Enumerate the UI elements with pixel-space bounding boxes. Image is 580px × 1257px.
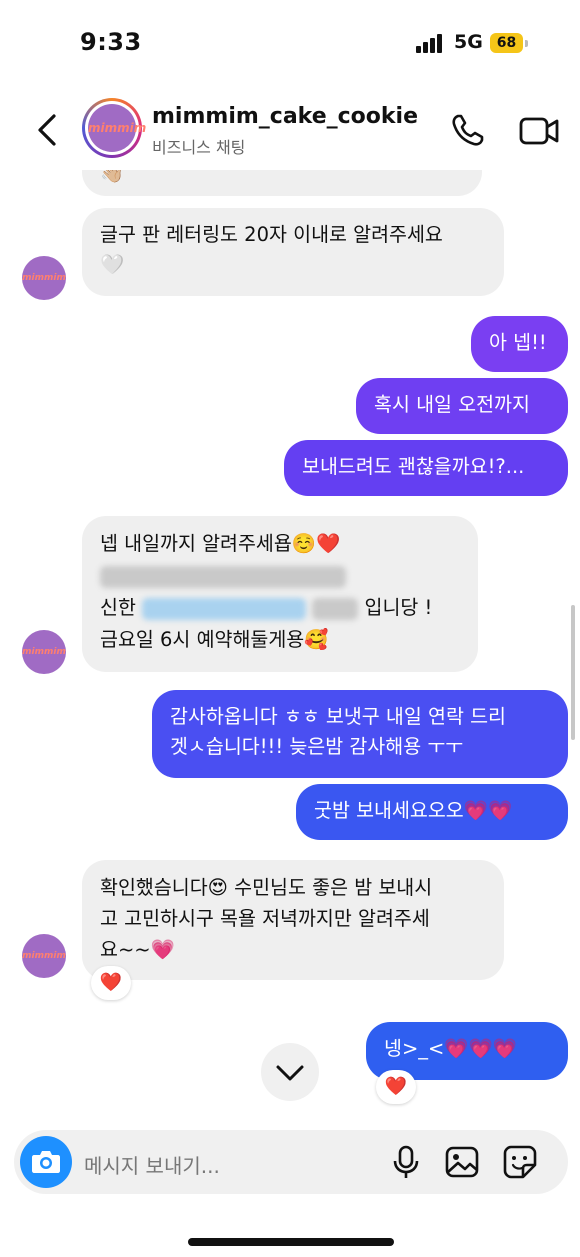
message-bubble-outgoing[interactable]: 굿밤 보내세요오오💗💗 xyxy=(296,784,568,840)
chat-header: mimmim mimmim_cake_cookie 비즈니스 채팅 xyxy=(0,90,580,170)
message-composer: 메시지 보내기... xyxy=(14,1130,568,1194)
home-indicator xyxy=(188,1238,394,1246)
battery-level: 68 xyxy=(490,33,523,53)
sticker-icon[interactable] xyxy=(502,1144,538,1180)
phone-icon[interactable] xyxy=(448,110,488,150)
heart-reaction[interactable]: ❤️ xyxy=(91,966,131,1000)
message-text: 🤍 xyxy=(100,253,125,276)
message-bubble-incoming[interactable]: 확인했슴니다😍 수민님도 좋은 밤 보내시 고 고민하시구 목욜 저녁까지만 알… xyxy=(82,860,504,980)
message-text: 요~~💗 xyxy=(100,938,175,961)
scrollbar[interactable] xyxy=(571,605,575,740)
camera-icon xyxy=(32,1151,60,1173)
chat-subtitle: 비즈니스 채팅 xyxy=(152,138,246,157)
message-text: 겟ㅅ습니다!!! 늦은밤 감사해용 ㅜㅜ xyxy=(170,735,464,758)
message-text: 금요일 6시 예약해둘게용🥰 xyxy=(100,628,329,651)
message-text: 넹>_<💗💗💗 xyxy=(384,1037,518,1060)
message-bubble-outgoing[interactable]: 아 넵!! xyxy=(471,316,568,372)
message-text: 아 넵!! xyxy=(489,331,547,354)
camera-button[interactable] xyxy=(20,1136,72,1188)
profile-avatar[interactable]: mimmim xyxy=(82,98,146,158)
message-text: 신한 xyxy=(100,596,136,619)
heart-reaction[interactable]: ❤️ xyxy=(376,1070,416,1104)
message-text: 입니당 ! xyxy=(364,596,433,619)
microphone-icon[interactable] xyxy=(388,1144,424,1180)
sender-avatar[interactable]: mimmim xyxy=(22,934,66,978)
message-bubble-outgoing[interactable]: 보내드려도 괜찮을까요!?... xyxy=(284,440,568,496)
message-text: 혹시 내일 오전까지 xyxy=(374,393,530,416)
network-label: 5G xyxy=(454,31,483,53)
message-bubble-incoming[interactable]: 글구 판 레터링도 20자 이내로 알려주세요 🤍 xyxy=(82,208,504,296)
status-time: 9:33 xyxy=(80,28,142,56)
avatar-logo-text: mimmim xyxy=(88,104,146,152)
message-text: 보내드려도 괜찮을까요!?... xyxy=(302,455,525,478)
message-text: 굿밤 보내세요오오💗💗 xyxy=(314,799,513,822)
back-arrow-icon[interactable] xyxy=(30,110,70,150)
battery-icon: 68 xyxy=(490,33,528,53)
redacted-text xyxy=(312,597,359,620)
sender-avatar[interactable]: mimmim xyxy=(22,630,66,674)
message-text: 글구 판 레터링도 20자 이내로 알려주세요 xyxy=(100,223,443,246)
message-bubble-outgoing[interactable]: 혹시 내일 오전까지 xyxy=(356,378,568,434)
redacted-account-number xyxy=(142,597,307,620)
message-bubble-incoming[interactable]: 👋🏼 xyxy=(82,170,482,196)
message-text: 넵 내일까지 알려주세욥☺️❤️ xyxy=(100,532,341,555)
message-text: 확인했슴니다😍 수민님도 좋은 밤 보내시 xyxy=(100,876,433,899)
message-text: 👋🏼 xyxy=(100,170,125,184)
image-icon[interactable] xyxy=(444,1144,480,1180)
signal-icon xyxy=(416,33,446,53)
video-icon[interactable] xyxy=(518,110,560,150)
status-bar: 9:33 5G 68 xyxy=(0,0,580,90)
message-thread[interactable]: 👋🏼 글구 판 레터링도 20자 이내로 알려주세요 🤍 mimmim 아 넵!… xyxy=(0,170,580,1128)
sender-avatar[interactable]: mimmim xyxy=(22,256,66,300)
message-bubble-incoming[interactable]: 넵 내일까지 알려주세욥☺️❤️ 신한 입니당 ! 금요일 6시 예약해둘게용🥰 xyxy=(82,516,478,672)
message-bubble-outgoing[interactable]: 감사하옵니다 ㅎㅎ 보냇구 내일 연락 드리 겟ㅅ습니다!!! 늦은밤 감사해용… xyxy=(152,690,568,778)
scroll-to-bottom-button[interactable] xyxy=(261,1043,319,1101)
message-input[interactable]: 메시지 보내기... xyxy=(84,1150,220,1179)
message-text: 고 고민하시구 목욜 저녁까지만 알려주세 xyxy=(100,907,430,930)
redacted-text xyxy=(100,560,460,592)
message-text: 감사하옵니다 ㅎㅎ 보냇구 내일 연락 드리 xyxy=(170,705,506,728)
chat-username[interactable]: mimmim_cake_cookie xyxy=(152,104,418,129)
chevron-down-icon xyxy=(276,1065,304,1081)
